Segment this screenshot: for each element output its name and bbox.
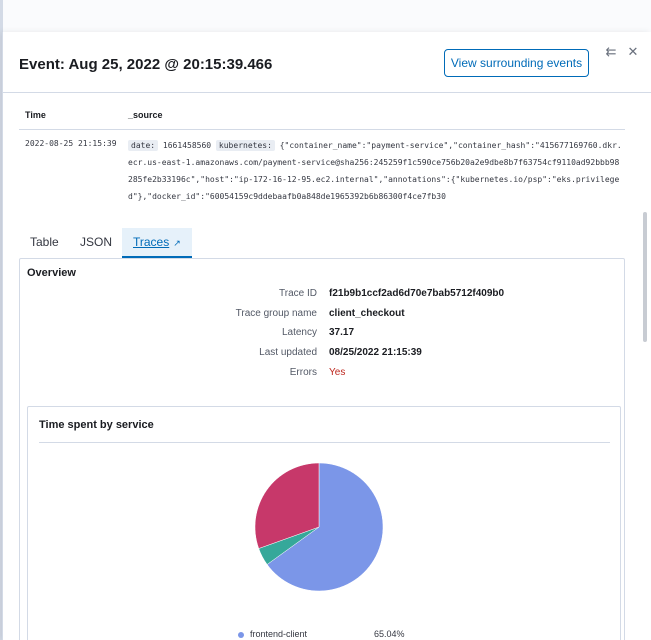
external-link-icon: ↗ — [173, 238, 181, 248]
trace-group-value: client_checkout — [329, 308, 405, 319]
column-header-source: _source — [128, 110, 163, 120]
source-value-kubernetes: {"container_name":"payment-service","con… — [128, 141, 622, 201]
tabs: Table JSON Traces ↗ — [19, 228, 625, 258]
event-flyout: Event: Aug 25, 2022 @ 20:15:39.466 View … — [2, 32, 651, 640]
errors-value: Yes — [329, 367, 346, 378]
last-updated-value: 08/25/2022 21:15:39 — [329, 347, 422, 358]
tab-table[interactable]: Table — [30, 228, 59, 258]
source-key-date: date: — [128, 140, 159, 151]
overview-title: Overview — [27, 267, 76, 279]
errors-label: Errors — [289, 367, 317, 378]
tab-json[interactable]: JSON — [80, 228, 112, 258]
flyout-title: Event: Aug 25, 2022 @ 20:15:39.466 — [19, 56, 273, 73]
legend-dot — [238, 631, 244, 638]
column-header-time: Time — [25, 110, 46, 120]
panel-divider — [39, 442, 610, 443]
trace-id-value: f21b9b1ccf2ad6d70e7bab5712f409b0 — [329, 288, 505, 299]
close-icon[interactable]: ✕ — [625, 44, 641, 60]
header-divider — [19, 129, 625, 130]
flyout-header: Event: Aug 25, 2022 @ 20:15:39.466 View … — [3, 32, 651, 93]
source-cell: date: 1661458560 kubernetes: {"container… — [128, 137, 623, 205]
scrollbar[interactable] — [643, 212, 647, 342]
trace-id-label: Trace ID — [279, 288, 317, 299]
source-key-kubernetes: kubernetes: — [215, 140, 275, 151]
last-updated-label: Last updated — [259, 347, 317, 358]
time-spent-panel: Time spent by service frontend-client 65… — [27, 406, 621, 640]
time-spent-title: Time spent by service — [39, 419, 154, 431]
latency-value: 37.17 — [329, 327, 355, 338]
collapse-icon[interactable]: ⇇ — [603, 44, 619, 60]
legend-label: frontend-client — [250, 629, 308, 639]
view-surrounding-events-button[interactable]: View surrounding events — [444, 49, 589, 77]
tab-traces-label: Traces — [133, 235, 170, 249]
latency-label: Latency — [281, 327, 317, 338]
service-pie-chart — [254, 462, 384, 592]
legend-item-frontend-client[interactable]: frontend-client — [238, 629, 307, 639]
trace-group-label: Trace group name — [235, 308, 317, 319]
source-value-date: 1661458560 — [162, 141, 212, 150]
time-cell: 2022-08-25 21:15:39 — [25, 139, 117, 148]
legend-value: 65.04% — [374, 629, 405, 639]
tab-traces[interactable]: Traces ↗ — [122, 228, 192, 258]
overview-panel: Overview Trace ID f21b9b1ccf2ad6d70e7bab… — [19, 258, 625, 640]
